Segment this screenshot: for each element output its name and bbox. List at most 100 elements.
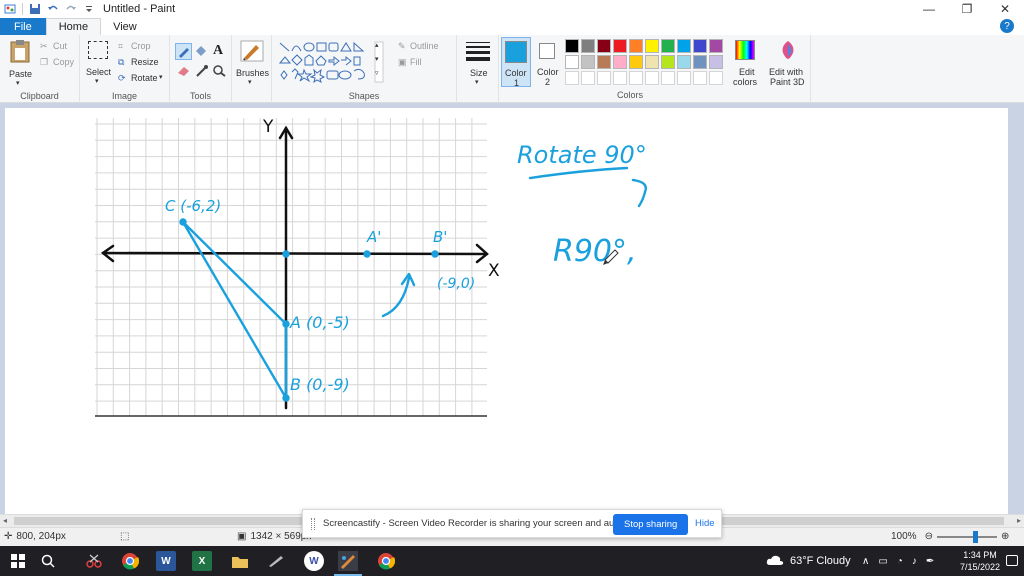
zoom-slider[interactable]	[936, 530, 997, 543]
palette-swatch[interactable]	[613, 39, 627, 53]
word-icon[interactable]: W	[156, 551, 176, 571]
pen-app-icon[interactable]	[266, 551, 286, 571]
palette-swatch[interactable]	[597, 39, 611, 53]
edit-colors-button[interactable]: Edit colors	[729, 39, 761, 87]
palette-swatch[interactable]	[629, 55, 643, 69]
select-label: Select	[86, 67, 112, 77]
palette-swatch[interactable]	[677, 71, 691, 85]
palette-swatch[interactable]	[581, 39, 595, 53]
size-button[interactable]: Size ▾	[461, 40, 495, 86]
rotate-button[interactable]: Rotate	[131, 73, 158, 83]
pen-tray-icon[interactable]: ✒	[926, 556, 934, 567]
chrome-icon-2[interactable]	[376, 551, 396, 571]
stop-sharing-button[interactable]: Stop sharing	[613, 514, 689, 535]
color2-button[interactable]: Color 2	[534, 37, 562, 87]
network-icon[interactable]: ◔	[897, 556, 903, 567]
pencil-icon[interactable]	[175, 43, 192, 60]
palette-swatch[interactable]	[565, 55, 579, 69]
drawing-canvas[interactable]: Y X C (-6,2) A' B' (-9,0) A (0,-5) B (0,…	[5, 108, 1008, 514]
zoom-slider-thumb[interactable]	[972, 530, 978, 543]
palette-swatch[interactable]	[709, 71, 723, 85]
palette-swatch[interactable]	[565, 39, 579, 53]
notifications-icon[interactable]	[1006, 555, 1018, 566]
palette-swatch[interactable]	[693, 71, 707, 85]
windows-start-icon[interactable]	[8, 551, 28, 571]
quick-access-toolbar	[0, 0, 95, 18]
scroll-right-icon[interactable]: ▸	[1017, 516, 1021, 525]
shapes-scroll-up-icon[interactable]: ▴	[375, 41, 379, 49]
shapes-scroll-down-icon[interactable]: ▾	[375, 55, 379, 63]
minimize-icon[interactable]: —	[910, 0, 948, 18]
tray-expand-icon[interactable]: ∧	[862, 556, 869, 567]
search-icon[interactable]	[38, 551, 58, 571]
redo-icon[interactable]	[65, 3, 77, 15]
close-icon[interactable]: ✕	[986, 0, 1024, 18]
drag-handle-icon[interactable]	[311, 517, 315, 530]
fill-bucket-icon[interactable]	[194, 44, 208, 61]
chrome-icon[interactable]	[120, 551, 140, 571]
magnifier-icon[interactable]	[213, 65, 227, 80]
palette-swatch[interactable]	[645, 71, 659, 85]
edit-with-paint3d-button[interactable]: Edit with Paint 3D	[767, 39, 809, 87]
palette-swatch[interactable]	[613, 55, 627, 69]
tab-home[interactable]: Home	[45, 18, 102, 35]
keyboard-icon[interactable]: ▭	[878, 556, 887, 567]
palette-swatch[interactable]	[613, 71, 627, 85]
paint-taskbar-icon[interactable]	[338, 551, 358, 571]
palette-swatch[interactable]	[661, 55, 675, 69]
cut-button[interactable]: Cut	[53, 41, 67, 51]
palette-swatch[interactable]	[709, 55, 723, 69]
color1-button[interactable]: Color 1	[501, 37, 531, 88]
color-picker-icon[interactable]	[195, 65, 209, 80]
tab-file[interactable]: File	[0, 18, 46, 35]
help-icon[interactable]: ?	[1000, 19, 1014, 33]
palette-swatch[interactable]	[661, 39, 675, 53]
palette-swatch[interactable]	[565, 71, 579, 85]
palette-swatch[interactable]	[677, 55, 691, 69]
palette-swatch[interactable]	[661, 71, 675, 85]
palette-swatch[interactable]	[597, 55, 611, 69]
scroll-left-icon[interactable]: ◂	[3, 516, 7, 525]
canvas-size-icon: ▣	[237, 531, 247, 542]
screencastify-message: Screencastify - Screen Video Recorder is…	[323, 518, 630, 529]
resize-button[interactable]: Resize	[131, 57, 159, 67]
copy-button[interactable]: Copy	[53, 57, 74, 67]
text-tool-icon[interactable]: A	[213, 43, 223, 59]
palette-swatch[interactable]	[597, 71, 611, 85]
save-icon[interactable]	[29, 3, 41, 15]
palette-swatch[interactable]	[581, 55, 595, 69]
explorer-icon[interactable]	[230, 551, 250, 571]
brushes-button[interactable]: Brushes ▾	[234, 40, 270, 86]
zoom-in-icon[interactable]: ⊕	[1001, 531, 1009, 542]
snipping-tool-icon[interactable]	[84, 551, 104, 571]
clock[interactable]: 1:34 PM 7/15/2022	[960, 549, 1000, 573]
palette-swatch[interactable]	[693, 55, 707, 69]
crop-button[interactable]: Crop	[131, 41, 151, 51]
palette-swatch[interactable]	[709, 39, 723, 53]
weather-text: 63°F Cloudy	[790, 555, 851, 567]
fill-button[interactable]: Fill	[410, 57, 422, 67]
shapes-more-icon[interactable]: ▿	[375, 69, 379, 77]
weather-widget[interactable]: 63°F Cloudy	[766, 546, 851, 576]
palette-swatch[interactable]	[645, 55, 659, 69]
outline-button[interactable]: Outline	[410, 41, 439, 51]
shapes-gallery[interactable]	[278, 41, 390, 83]
paste-button[interactable]: Paste ▾	[6, 39, 34, 87]
palette-swatch[interactable]	[677, 39, 691, 53]
hide-button[interactable]: Hide	[695, 518, 715, 529]
palette-swatch[interactable]	[693, 39, 707, 53]
palette-swatch[interactable]	[581, 71, 595, 85]
customize-qa-icon[interactable]	[83, 3, 95, 15]
palette-swatch[interactable]	[645, 39, 659, 53]
eraser-icon[interactable]	[177, 65, 191, 80]
excel-icon[interactable]: X	[192, 551, 212, 571]
volume-icon[interactable]: ♪	[912, 556, 917, 567]
palette-swatch[interactable]	[629, 39, 643, 53]
undo-icon[interactable]	[47, 3, 59, 15]
palette-swatch[interactable]	[629, 71, 643, 85]
restore-icon[interactable]: ❐	[948, 0, 986, 18]
webex-icon[interactable]: W	[304, 551, 324, 571]
tab-view[interactable]: View	[101, 18, 149, 35]
zoom-out-icon[interactable]: ⊖	[925, 531, 933, 542]
select-button[interactable]: Select ▾	[86, 41, 112, 85]
